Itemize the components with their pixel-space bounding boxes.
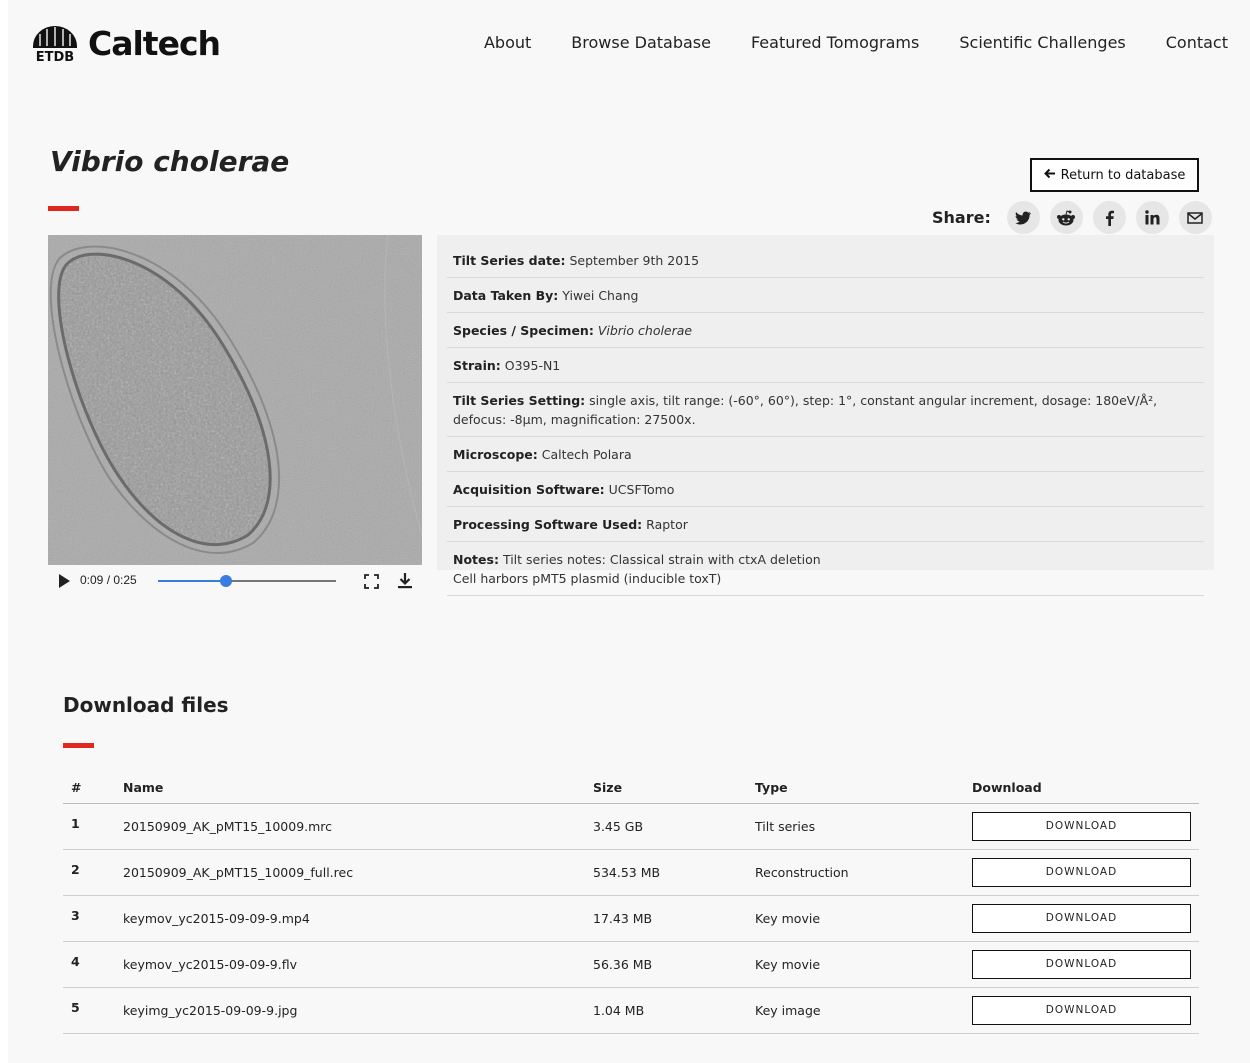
row-type: Key image [747,987,964,1034]
row-name: keyimg_yc2015-09-09-9.jpg [115,987,585,1034]
col-header-name: Name [115,772,585,804]
nav-contact[interactable]: Contact [1166,33,1228,52]
meta-processing-software: Processing Software Used: Raptor [447,507,1204,542]
main-nav: About Browse Database Featured Tomograms… [444,33,1228,52]
table-row: 4 keymov_yc2015-09-09-9.flv 56.36 MB Key… [63,941,1199,988]
row-name: keymov_yc2015-09-09-9.mp4 [115,895,585,942]
download-table: # Name Size Type Download 1 20150909_AK_… [63,772,1199,1034]
logo[interactable]: ETDB Caltech [30,22,221,65]
row-size: 17.43 MB [585,895,747,942]
meta-microscope: Microscope: Caltech Polara [447,437,1204,472]
meta-tilt-series-setting: Tilt Series Setting: single axis, tilt r… [447,383,1204,437]
email-icon[interactable] [1178,201,1212,234]
meta-value: Caltech Polara [541,447,632,462]
row-type: Reconstruction [747,849,964,896]
meta-label: Notes: [453,552,499,567]
meta-label: Data Taken By: [453,288,559,303]
row-num: 4 [63,941,115,988]
video-progress-thumb[interactable] [219,575,232,587]
meta-value: Tilt series notes: Classical strain with… [502,552,821,567]
reddit-icon[interactable] [1049,201,1083,234]
meta-tilt-series-date: Tilt Series date: September 9th 2015 [447,243,1204,278]
meta-value: Vibrio cholerae [597,323,693,338]
share-label: Share: [932,208,991,227]
row-size: 3.45 GB [585,803,747,850]
meta-species: Species / Specimen: Vibrio cholerae [447,313,1204,348]
row-name: 20150909_AK_pMT15_10009_full.rec [115,849,585,896]
row-size: 56.36 MB [585,941,747,988]
fullscreen-icon[interactable] [364,574,379,594]
nav-browse-database[interactable]: Browse Database [571,33,711,52]
meta-label: Strain: [453,358,501,373]
linkedin-icon[interactable] [1135,201,1169,234]
row-name: 20150909_AK_pMT15_10009.mrc [115,803,585,850]
video-progress-slider[interactable] [158,575,336,587]
arrow-left-icon [1043,168,1056,183]
meta-value: UCSFTomo [608,482,675,497]
play-icon[interactable] [58,574,70,593]
page: ETDB Caltech About Browse Database Featu… [8,0,1250,1063]
download-button[interactable]: DOWNLOAD [972,857,1191,887]
download-button[interactable]: DOWNLOAD [972,949,1191,979]
video-time: 0:09 / 0:25 [80,573,137,587]
meta-value: O395-N1 [504,358,561,373]
tomogram-video[interactable] [48,235,422,565]
metadata-panel: Tilt Series date: September 9th 2015 Dat… [437,235,1214,596]
twitter-icon[interactable] [1006,201,1040,234]
col-header-num: # [63,772,115,804]
row-type: Key movie [747,941,964,988]
meta-value: Raptor [646,517,688,532]
share-bar: Share: [932,201,1212,234]
download-files-heading: Download files [63,693,229,717]
download-button[interactable]: DOWNLOAD [972,811,1191,841]
table-header-row: # Name Size Type Download [63,772,1199,804]
video-controls: 0:09 / 0:25 [48,567,422,595]
col-header-download: Download [964,772,1199,804]
row-name: keymov_yc2015-09-09-9.flv [115,941,585,988]
video-progress-fill [158,580,226,582]
row-size: 534.53 MB [585,849,747,896]
nav-scientific-challenges[interactable]: Scientific Challenges [959,33,1125,52]
nav-featured-tomograms[interactable]: Featured Tomograms [751,33,919,52]
logo-badge: ETDB [36,50,74,64]
return-label: Return to database [1060,167,1186,183]
meta-data-taken-by: Data Taken By: Yiwei Chang [447,278,1204,313]
meta-label: Species / Specimen: [453,323,594,338]
row-num: 5 [63,987,115,1034]
meta-label: Tilt Series date: [453,253,566,268]
meta-value: September 9th 2015 [569,253,700,268]
facebook-icon[interactable] [1092,201,1126,234]
meta-notes: Notes: Tilt series notes: Classical stra… [447,542,1204,596]
table-row: 5 keyimg_yc2015-09-09-9.jpg 1.04 MB Key … [63,987,1199,1034]
etdb-logo-icon: ETDB [30,22,80,65]
page-title: Vibrio cholerae [50,145,290,178]
download-button[interactable]: DOWNLOAD [972,995,1191,1025]
table-row: 2 20150909_AK_pMT15_10009_full.rec 534.5… [63,849,1199,896]
download-button[interactable]: DOWNLOAD [972,903,1191,933]
logo-text: Caltech [88,23,221,63]
meta-label: Tilt Series Setting: [453,393,586,408]
table-row: 1 20150909_AK_pMT15_10009.mrc 3.45 GB Ti… [63,803,1199,850]
return-to-database-button[interactable]: Return to database [1030,158,1199,192]
row-type: Tilt series [747,803,964,850]
meta-label: Processing Software Used: [453,517,643,532]
download-underline [63,743,94,748]
table-row: 3 keymov_yc2015-09-09-9.mp4 17.43 MB Key… [63,895,1199,942]
col-header-type: Type [747,772,964,804]
meta-label: Microscope: [453,447,538,462]
meta-strain: Strain: O395-N1 [447,348,1204,383]
row-type: Key movie [747,895,964,942]
col-header-size: Size [585,772,747,804]
download-icon[interactable] [397,572,413,594]
meta-label: Acquisition Software: [453,482,605,497]
row-num: 2 [63,849,115,896]
row-num: 1 [63,803,115,850]
nav-about[interactable]: About [484,33,531,52]
title-underline [48,206,79,211]
row-size: 1.04 MB [585,987,747,1034]
meta-acquisition-software: Acquisition Software: UCSFTomo [447,472,1204,507]
meta-value: Cell harbors pMT5 plasmid (inducible tox… [453,571,722,586]
row-num: 3 [63,895,115,942]
meta-value: Yiwei Chang [562,288,639,303]
